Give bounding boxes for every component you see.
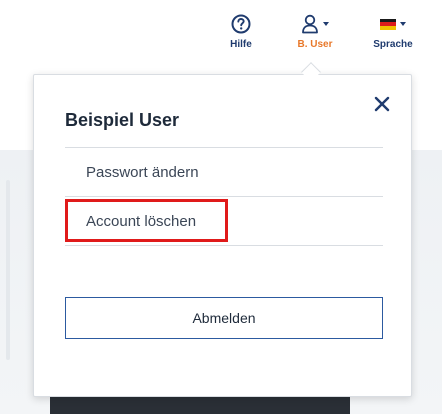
top-navigation: Hilfe B. User Sprache <box>0 0 442 66</box>
dropdown-user-name: Beispiel User <box>65 110 180 130</box>
language-nav-label: Sprache <box>373 39 413 50</box>
user-menu-list: Passwort ändern Account löschen <box>65 147 383 246</box>
change-password-link[interactable]: Passwort ändern <box>65 148 383 196</box>
close-icon[interactable] <box>373 95 391 113</box>
help-nav-label: Hilfe <box>230 39 252 50</box>
logout-button[interactable]: Abmelden <box>65 297 383 339</box>
user-dropdown-menu: Beispiel User Passwort ändern Account lö… <box>33 74 412 397</box>
user-icon <box>302 14 318 34</box>
chevron-down-icon <box>400 22 406 26</box>
divider <box>65 245 383 246</box>
language-nav-button[interactable]: Sprache <box>366 12 420 56</box>
help-nav-button[interactable]: Hilfe <box>222 12 260 56</box>
user-nav-button[interactable]: B. User <box>290 12 340 56</box>
delete-account-link[interactable]: Account löschen <box>65 197 383 245</box>
user-nav-label: B. User <box>297 39 333 50</box>
chevron-down-icon <box>323 22 329 26</box>
background-decoration <box>6 180 10 360</box>
german-flag-icon <box>380 18 396 30</box>
question-circle-icon <box>231 14 251 34</box>
